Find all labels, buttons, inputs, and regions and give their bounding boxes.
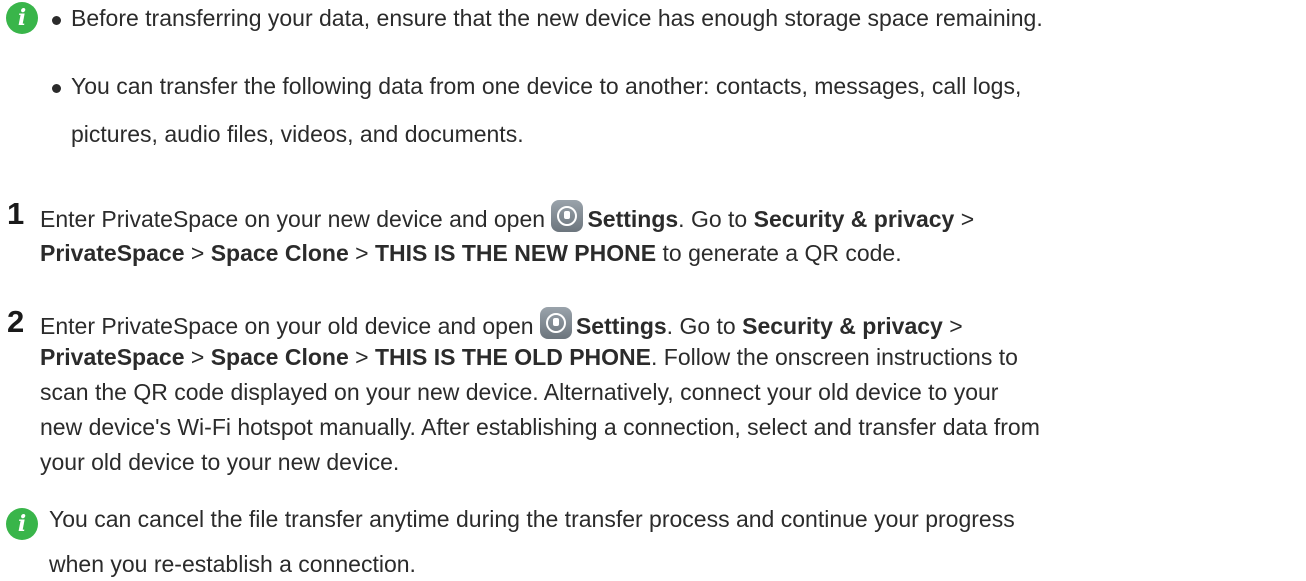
settings-label: Settings: [587, 206, 679, 232]
note-bottom-line-2: when you re-establish a connection.: [49, 551, 416, 577]
security-privacy-label: Security & privacy: [742, 313, 943, 339]
step-2-suffix: . Follow the onscreen instructions to: [651, 344, 1018, 370]
space-clone-label: Space Clone: [210, 240, 349, 266]
settings-icon: [551, 200, 584, 232]
step-number: 1: [7, 196, 25, 231]
step-2-text: Enter PrivateSpace on your old device an…: [40, 313, 534, 339]
step-2-line-5: your old device to your new device.: [40, 449, 400, 475]
step-1-line-1: Enter PrivateSpace on your new device an…: [40, 200, 974, 234]
separator: >: [355, 344, 369, 370]
step-1-suffix: to generate a QR code.: [662, 240, 902, 266]
separator: >: [949, 313, 963, 339]
security-privacy-label: Security & privacy: [753, 206, 955, 232]
separator: >: [960, 206, 975, 232]
note-bullet-2-line-2: pictures, audio files, videos, and docum…: [71, 121, 524, 147]
separator: >: [190, 344, 205, 370]
space-clone-label: Space Clone: [210, 344, 349, 370]
privatespace-label: PrivateSpace: [40, 344, 185, 370]
step-2-line-3: scan the QR code displayed on your new d…: [40, 379, 999, 405]
step-1-text: Enter PrivateSpace on your new device an…: [40, 206, 546, 232]
info-icon: i: [6, 2, 38, 34]
separator: >: [355, 240, 369, 266]
go-to-text: . Go to: [678, 206, 748, 232]
settings-icon: [539, 307, 572, 339]
step-2-line-4: new device's Wi-Fi hotspot manually. Aft…: [40, 414, 1040, 440]
info-icon: i: [6, 508, 38, 540]
privatespace-label: PrivateSpace: [40, 240, 185, 266]
note-bullet-2-line-1: You can transfer the following data from…: [71, 73, 1022, 99]
separator: >: [190, 240, 205, 266]
bullet-dot: [52, 16, 61, 25]
step-2-line-2: PrivateSpace > Space Clone > THIS IS THE…: [40, 342, 1018, 372]
new-phone-label: THIS IS THE NEW PHONE: [374, 240, 657, 266]
old-phone-label: THIS IS THE OLD PHONE: [374, 344, 651, 370]
step-1-line-2: PrivateSpace > Space Clone > THIS IS THE…: [40, 238, 902, 268]
step-2-line-1: Enter PrivateSpace on your old device an…: [40, 307, 963, 341]
step-number: 2: [7, 304, 25, 339]
note-bottom-line-1: You can cancel the file transfer anytime…: [49, 506, 1015, 532]
bullet-dot: [52, 84, 61, 93]
note-bullet-1: Before transferring your data, ensure th…: [71, 5, 1043, 31]
settings-label: Settings: [575, 313, 667, 339]
go-to-text: . Go to: [666, 313, 736, 339]
